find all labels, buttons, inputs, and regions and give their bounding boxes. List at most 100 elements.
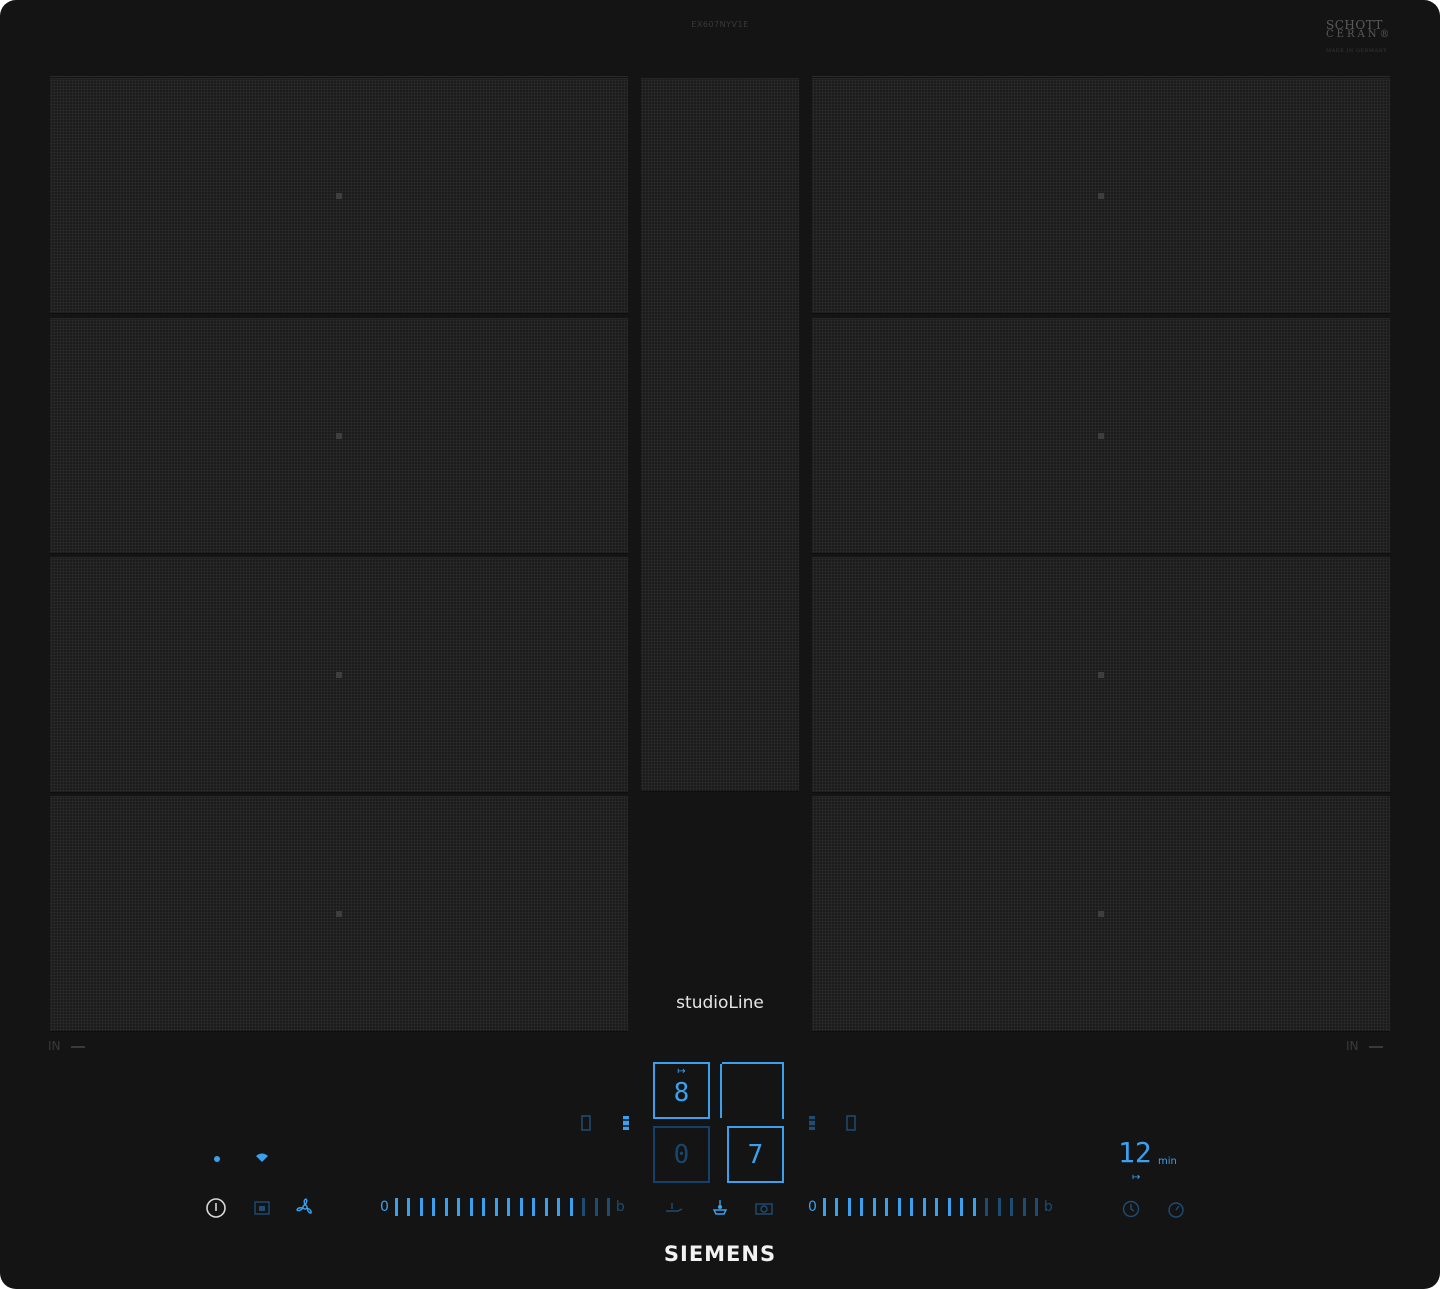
series-label: studioLine xyxy=(676,993,764,1013)
left-slider-tick[interactable] xyxy=(569,1198,573,1216)
left-slider-tick[interactable] xyxy=(419,1198,423,1216)
power-level-top: 8 xyxy=(673,1078,690,1108)
left-slider-start: 0 xyxy=(380,1199,389,1215)
zone-edge-left xyxy=(50,76,628,77)
right-slider-tick[interactable] xyxy=(997,1198,1001,1216)
cooking-zone-right-2[interactable] xyxy=(812,318,1390,554)
ceran-logo-line2: CERAN® xyxy=(1326,29,1393,40)
right-slider-tick[interactable] xyxy=(835,1198,839,1216)
zone-display-bottom-left[interactable]: 0 xyxy=(653,1126,710,1183)
left-slider-tick[interactable] xyxy=(494,1198,498,1216)
left-slider-tick[interactable] xyxy=(582,1198,586,1216)
zone-center-mark xyxy=(1098,672,1104,678)
cooking-zone-right-4[interactable] xyxy=(812,796,1390,1032)
left-slider-tick[interactable] xyxy=(519,1198,523,1216)
zone-select-icon[interactable] xyxy=(843,1112,859,1134)
timer-unit: min xyxy=(1158,1156,1177,1167)
right-slider-tick[interactable] xyxy=(1010,1198,1014,1216)
right-slider-tick[interactable] xyxy=(822,1198,826,1216)
cooktop-surface: EX607NYV1E SCHOTT CERAN® MADE IN GERMANY… xyxy=(0,0,1440,1289)
left-power-slider[interactable]: 0 b xyxy=(380,1198,625,1216)
power-level-bottom-right: 7 xyxy=(747,1140,764,1170)
zone-center-mark xyxy=(336,433,342,439)
fan-icon[interactable] xyxy=(294,1196,316,1218)
right-slider-start: 0 xyxy=(808,1199,817,1215)
right-slider-end: b xyxy=(1043,1199,1053,1215)
left-slider-tick[interactable] xyxy=(407,1198,411,1216)
right-slider-track[interactable] xyxy=(822,1198,1048,1216)
cooking-zone-left-3[interactable] xyxy=(50,557,628,793)
left-slider-track[interactable] xyxy=(394,1198,620,1216)
right-slider-tick[interactable] xyxy=(872,1198,876,1216)
right-slider-tick[interactable] xyxy=(1022,1198,1026,1216)
cooking-zone-right-3[interactable] xyxy=(812,557,1390,793)
left-slider-tick[interactable] xyxy=(432,1198,436,1216)
right-slider-tick[interactable] xyxy=(1035,1198,1039,1216)
pot-icon xyxy=(1368,1036,1383,1048)
right-marking-text: IN xyxy=(1346,1039,1359,1053)
cooking-zone-right-1[interactable] xyxy=(812,78,1390,314)
ceran-logo-line3: MADE IN GERMANY xyxy=(1326,48,1388,54)
timer-value: 12 xyxy=(1118,1136,1152,1169)
right-slider-tick[interactable] xyxy=(985,1198,989,1216)
left-slider-tick[interactable] xyxy=(482,1198,486,1216)
right-slider-tick[interactable] xyxy=(885,1198,889,1216)
dot-indicator-icon xyxy=(210,1152,224,1166)
ceran-logo: SCHOTT CERAN® MADE IN GERMANY xyxy=(1326,19,1396,56)
zone-display-top-right[interactable] xyxy=(722,1062,784,1119)
power-icon[interactable] xyxy=(204,1196,228,1220)
left-slider-tick[interactable] xyxy=(607,1198,611,1216)
right-slider-tick[interactable] xyxy=(947,1198,951,1216)
right-slider-tick[interactable] xyxy=(960,1198,964,1216)
cooking-zone-left-2[interactable] xyxy=(50,318,628,554)
zone-display-top-left[interactable]: ↦ 8 xyxy=(653,1062,710,1119)
zone-display-bottom-right[interactable]: 7 xyxy=(727,1126,784,1183)
right-slider-tick[interactable] xyxy=(910,1198,914,1216)
right-slider-tick[interactable] xyxy=(897,1198,901,1216)
left-slider-tick[interactable] xyxy=(594,1198,598,1216)
left-slider-tick[interactable] xyxy=(544,1198,548,1216)
zone-combine-icon[interactable] xyxy=(804,1112,820,1134)
left-slider-end: b xyxy=(615,1199,625,1215)
left-slider-tick[interactable] xyxy=(557,1198,561,1216)
zone-center-mark xyxy=(336,911,342,917)
cooking-zone-left-1[interactable] xyxy=(50,78,628,314)
zone-edge-right xyxy=(812,76,1390,77)
right-zone-marking: IN xyxy=(1346,1038,1383,1053)
fry-sensor-icon[interactable] xyxy=(708,1196,732,1218)
right-power-slider[interactable]: 0 b xyxy=(808,1198,1053,1216)
right-slider-tick[interactable] xyxy=(972,1198,976,1216)
pan-icon[interactable] xyxy=(662,1198,686,1218)
zone-center-mark xyxy=(1098,193,1104,199)
left-slider-tick[interactable] xyxy=(532,1198,536,1216)
right-slider-tick[interactable] xyxy=(847,1198,851,1216)
power-level-bottom-left: 0 xyxy=(673,1140,690,1170)
left-slider-tick[interactable] xyxy=(507,1198,511,1216)
camera-icon[interactable] xyxy=(752,1198,776,1218)
brand-logo: SIEMENS xyxy=(663,1242,777,1266)
left-slider-tick[interactable] xyxy=(394,1198,398,1216)
left-marking-text: IN xyxy=(48,1039,61,1053)
zone-center-mark xyxy=(1098,433,1104,439)
cooking-zone-left-4[interactable] xyxy=(50,796,628,1032)
timer-display[interactable]: 12 min ↦ xyxy=(1118,1136,1198,1184)
right-slider-tick[interactable] xyxy=(922,1198,926,1216)
wifi-icon xyxy=(253,1150,271,1166)
clock-icon[interactable] xyxy=(1120,1198,1142,1220)
zone-select-icon[interactable] xyxy=(578,1112,594,1134)
left-slider-tick[interactable] xyxy=(444,1198,448,1216)
left-zone-marking: IN xyxy=(48,1038,85,1053)
right-slider-tick[interactable] xyxy=(860,1198,864,1216)
zone-center-mark xyxy=(336,672,342,678)
timer-extend-arrow-icon: ↦ xyxy=(1132,1172,1141,1183)
left-slider-tick[interactable] xyxy=(469,1198,473,1216)
lock-icon[interactable] xyxy=(251,1198,273,1218)
zone-center-mark xyxy=(336,193,342,199)
left-slider-tick[interactable] xyxy=(457,1198,461,1216)
stopwatch-icon[interactable] xyxy=(1165,1198,1187,1220)
zone-combine-icon[interactable] xyxy=(618,1112,634,1134)
pot-icon xyxy=(70,1036,85,1048)
cooking-zone-center[interactable] xyxy=(641,78,799,792)
right-slider-tick[interactable] xyxy=(935,1198,939,1216)
model-code: EX607NYV1E xyxy=(691,20,749,29)
